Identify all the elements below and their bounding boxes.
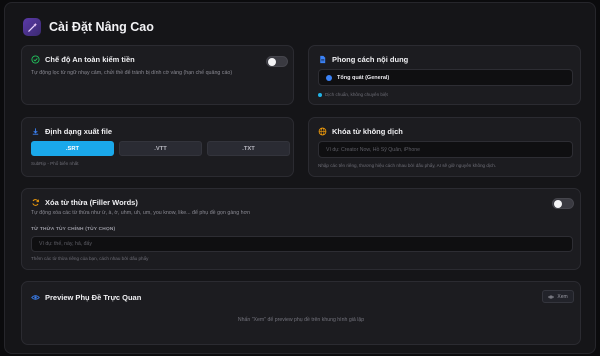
preview-view-label: Xem	[557, 293, 568, 300]
custom-filler-hint: Thêm các từ thừa riêng của bạn, cách nha…	[31, 256, 149, 261]
no-translate-hint: Nhập các tên riêng, thương hiệu cách nha…	[318, 163, 497, 168]
download-icon	[31, 127, 40, 136]
no-translate-title: Khóa từ không dịch	[332, 127, 403, 136]
refresh-icon	[31, 198, 40, 207]
filler-heading: Xóa từ thừa (Filler Words)	[31, 198, 138, 207]
info-dot-icon	[318, 92, 322, 97]
export-format-hint: SubRip - Phổ biến nhất	[31, 161, 79, 166]
toggle-knob	[554, 200, 562, 208]
safe-mode-toggle[interactable]	[266, 56, 288, 67]
safe-mode-description: Tự động lọc từ ngữ nhạy cảm, chửi thề để…	[31, 70, 233, 76]
export-format-card: Định dạng xuất file .SRT .VTT .TXT SubRi…	[21, 117, 294, 177]
wand-icon	[23, 18, 41, 36]
safe-mode-heading: Chế độ An toàn kiểm tiền	[31, 55, 135, 64]
filler-description: Tự động xóa các từ thừa như ừ, à, ờ, uhm…	[31, 210, 251, 216]
page-title: Cài Đặt Nâng Cao	[49, 20, 154, 34]
filler-words-card: Xóa từ thừa (Filler Words) Tự động xóa c…	[21, 188, 581, 270]
content-style-title: Phong cách nội dung	[332, 55, 409, 64]
preview-card: Preview Phụ Đề Trực Quan Xem Nhấn "Xem" …	[21, 281, 581, 345]
content-style-select[interactable]: Tổng quát (General)	[318, 69, 573, 86]
page-header: Cài Đặt Nâng Cao	[23, 15, 154, 39]
filler-title: Xóa từ thừa (Filler Words)	[45, 198, 138, 207]
format-srt-button[interactable]: .SRT	[31, 141, 114, 156]
content-style-heading: Phong cách nội dung	[318, 55, 408, 64]
filler-toggle[interactable]	[552, 198, 574, 209]
preview-hint: Nhấn "Xem" để preview phụ đề trên khung …	[237, 317, 365, 323]
content-style-card: Phong cách nội dung Tổng quát (General) …	[308, 45, 581, 105]
no-translate-heading: Khóa từ không dịch	[318, 127, 403, 136]
export-format-heading: Định dạng xuất file	[31, 127, 112, 136]
content-style-hint: Dịch chuẩn, không chuyên biệt	[325, 92, 388, 97]
custom-filler-input[interactable]: Ví dụ: thế, này, hả, đấy	[31, 236, 573, 252]
preview-view-button[interactable]: Xem	[542, 290, 574, 303]
content-style-hint-row: Dịch chuẩn, không chuyên biệt	[318, 92, 388, 97]
check-circle-icon	[31, 55, 40, 64]
preview-title: Preview Phụ Đề Trực Quan	[45, 293, 142, 302]
no-translate-input[interactable]: Ví dụ: Creator Now, Hồ Sỹ Quân, iPhone	[318, 141, 573, 158]
format-txt-button[interactable]: .TXT	[207, 141, 290, 156]
content-style-selected: Tổng quát (General)	[337, 74, 390, 81]
settings-panel: Cài Đặt Nâng Cao Chế độ An toàn kiểm tiề…	[4, 2, 596, 354]
globe-icon	[326, 74, 332, 81]
safe-mode-card: Chế độ An toàn kiểm tiền Tự động lọc từ …	[21, 45, 294, 105]
safe-mode-title: Chế độ An toàn kiểm tiền	[45, 55, 135, 64]
export-format-title: Định dạng xuất file	[45, 127, 113, 136]
preview-heading: Preview Phụ Đề Trực Quan	[31, 293, 141, 302]
no-translate-card: Khóa từ không dịch Ví dụ: Creator Now, H…	[308, 117, 581, 177]
globe-icon	[318, 127, 327, 136]
document-icon	[318, 55, 327, 64]
eye-icon	[548, 294, 555, 300]
format-vtt-button[interactable]: .VTT	[119, 141, 202, 156]
custom-filler-label: TỪ THỪA TÙY CHỈNH (TÙY CHỌN)	[31, 227, 116, 232]
toggle-knob	[268, 58, 276, 66]
eye-icon	[31, 293, 40, 302]
